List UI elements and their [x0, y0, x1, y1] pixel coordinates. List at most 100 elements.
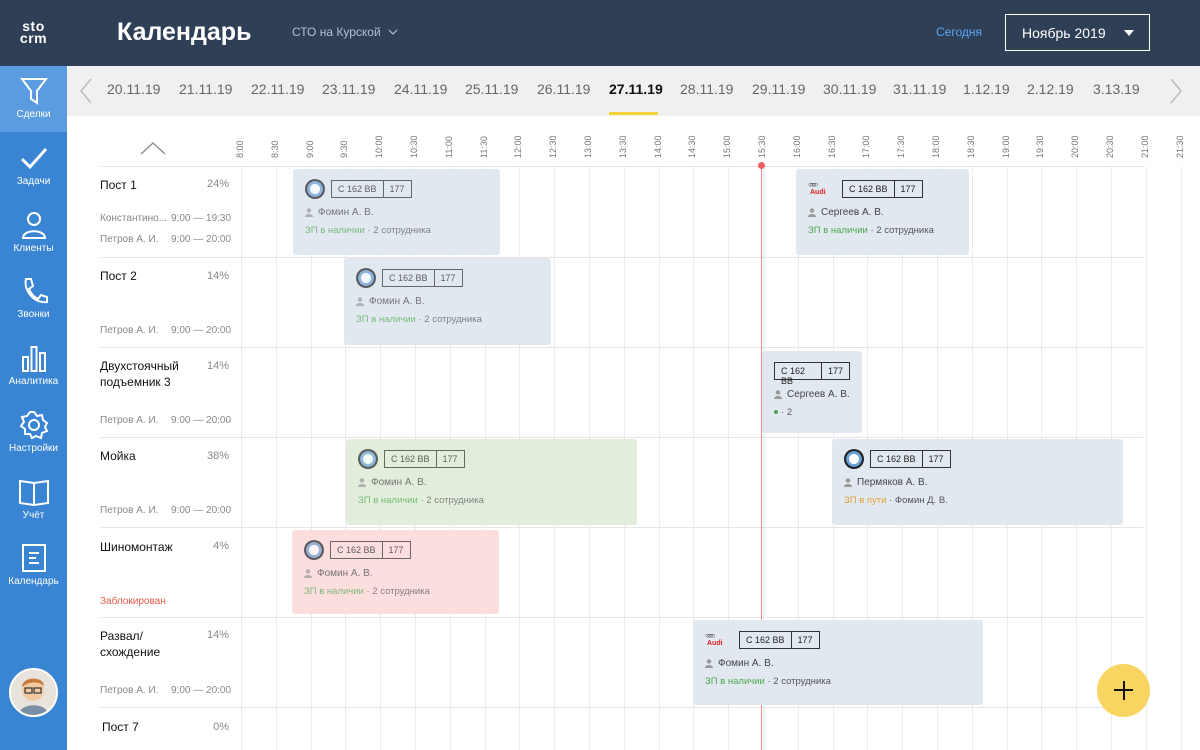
sidebar-item-calendar[interactable]: Календарь	[0, 533, 67, 599]
time-label: 15:30	[757, 135, 767, 158]
person-icon	[21, 212, 46, 239]
booking-card[interactable]: С 162 ВВ 177 Фомин А. В. ЗП в наличии · 2…	[292, 530, 499, 614]
assignee: Фомин А. В.	[358, 477, 625, 488]
second-assignee: Фомин Д. В.	[894, 495, 948, 506]
row-divider	[100, 437, 1143, 438]
bmw-logo-icon	[304, 540, 324, 560]
blocked-status: Заблокирован	[100, 596, 166, 607]
chevron-right-icon[interactable]	[1169, 78, 1183, 104]
date-tab[interactable]: 24.11.19	[394, 81, 447, 97]
row-label[interactable]: Двухстоячный подъемник 3	[100, 358, 200, 390]
time-label: 20:00	[1070, 135, 1080, 158]
plate-text: С 162 ВВ	[391, 454, 430, 464]
user-photo	[11, 670, 56, 715]
chevron-left-icon[interactable]	[79, 78, 93, 104]
employee-name: Петров А. И.	[100, 234, 159, 245]
date-tab[interactable]: 29.11.19	[752, 81, 805, 97]
time-label: 15:00	[722, 135, 732, 158]
row-label[interactable]: Пост 2	[100, 268, 137, 284]
month-select[interactable]: Ноябрь 2019	[1005, 14, 1150, 51]
plate-number: С 162 ВВ 177	[870, 450, 951, 468]
person-icon	[304, 569, 312, 578]
date-tab[interactable]: 3.13.19	[1093, 81, 1140, 97]
staff-count: 2 сотрудника	[372, 586, 430, 597]
employee-shift: Петров А. И. 9:00 — 20:00	[100, 415, 231, 426]
date-tab[interactable]: 25.11.19	[465, 81, 518, 97]
assignee: Фомин А. В.	[305, 207, 488, 218]
date-tab[interactable]: 22.11.19	[251, 81, 304, 97]
date-tab[interactable]: 31.11.19	[893, 81, 946, 97]
sidebar-item-label: Клиенты	[13, 243, 54, 254]
plate-row: С 162 ВВ 177	[844, 449, 1111, 469]
month-label: Ноябрь 2019	[1022, 25, 1106, 41]
assignee-name: Сергеев А. В.	[787, 389, 850, 400]
sidebar-item-settings[interactable]: Настройки	[0, 400, 67, 466]
avatar[interactable]	[9, 668, 58, 717]
date-tab[interactable]: 30.11.19	[823, 81, 876, 97]
time-label: 9:00	[305, 140, 315, 158]
time-label: 18:00	[931, 135, 941, 158]
date-tab-active[interactable]: 27.11.19	[609, 81, 663, 97]
plate-region: 177	[381, 542, 410, 558]
sidebar-item-calls[interactable]: Звонки	[0, 266, 67, 332]
date-tab[interactable]: 28.11.19	[680, 81, 733, 97]
sidebar-item-label: Учёт	[22, 510, 45, 521]
date-tab[interactable]: 21.11.19	[179, 81, 232, 97]
date-tab[interactable]: 2.12.19	[1027, 81, 1074, 97]
today-link[interactable]: Сегодня	[936, 25, 982, 39]
row-label[interactable]: Пост 7	[102, 719, 139, 735]
plate-row: С 162 ВВ 177	[358, 449, 625, 469]
plate-text: С 162 ВВ	[746, 635, 785, 645]
top-header: Календарь СТО на Курской Сегодня Ноябрь …	[67, 0, 1200, 66]
plate-row: С 162 ВВ 177	[774, 361, 850, 386]
app-logo[interactable]: sto crm	[0, 0, 67, 66]
row-label[interactable]: Шиномонтаж	[100, 539, 173, 555]
date-tab[interactable]: 23.11.19	[322, 81, 375, 97]
person-icon	[358, 478, 366, 487]
collapse-rows-icon[interactable]	[140, 141, 166, 155]
sidebar-item-deals[interactable]: Сделки	[0, 66, 67, 132]
booking-card[interactable]: С 162 ВВ 177 Фомин А. В. ЗП в наличии · 2…	[346, 439, 637, 525]
employee-name: Петров А. И.	[100, 415, 159, 426]
sidebar-item-analytics[interactable]: Аналитика	[0, 333, 67, 399]
time-label: 12:00	[513, 135, 523, 158]
plate-number: С 162 ВВ 177	[842, 180, 923, 198]
sidebar-item-label: Настройки	[8, 443, 59, 454]
date-tab[interactable]: 1.12.19	[963, 81, 1010, 97]
booking-card[interactable]: С 162 ВВ 177 Фомин А. В. ЗП в наличии · 2…	[293, 169, 500, 255]
sidebar-item-accounting[interactable]: Учёт	[0, 467, 67, 533]
staff-count: 2 сотрудника	[773, 676, 831, 687]
booking-card[interactable]: С 162 ВВ 177 Сергеев А. В. · 2	[762, 351, 862, 433]
date-tab[interactable]: 26.11.19	[537, 81, 590, 97]
booking-card[interactable]: ○○○○ Audi С 162 ВВ 177 Сергеев А. В. ЗП в н…	[796, 169, 969, 255]
add-booking-button[interactable]	[1097, 664, 1150, 717]
row-divider	[100, 347, 1143, 348]
row-label[interactable]: Мойка	[100, 448, 136, 464]
time-label: 8:00	[235, 140, 245, 158]
plate-region: 177	[921, 451, 950, 467]
time-label: 11:00	[444, 136, 454, 158]
booking-card[interactable]: ○○○○ Audi С 162 ВВ 177 Фомин А. В. ЗП в нал…	[693, 620, 983, 705]
plate-number: С 162 ВВ 177	[739, 631, 820, 649]
sidebar-item-clients[interactable]: Клиенты	[0, 200, 67, 266]
plate-region: 177	[382, 181, 411, 197]
time-grid-line	[241, 166, 242, 750]
sidebar-item-tasks[interactable]: Задачи	[0, 133, 67, 199]
time-label: 20:30	[1105, 135, 1115, 158]
parts-status: ЗП в наличии	[705, 676, 765, 687]
row-label[interactable]: Развал/ схождение	[100, 628, 180, 660]
time-label: 19:30	[1035, 135, 1045, 158]
shift-time: 9:00 — 20:00	[171, 505, 232, 516]
employee-name: Петров А. И.	[100, 505, 159, 516]
current-time-dot	[758, 162, 765, 169]
booking-card[interactable]: С 162 ВВ 177 Пермяков А. В. ЗП в пути · Ф…	[832, 439, 1123, 525]
date-tab[interactable]: 20.11.19	[107, 81, 160, 97]
row-percent: 38%	[206, 450, 229, 462]
card-info: ЗП в наличии · 2 сотрудника	[305, 225, 431, 236]
row-label[interactable]: Пост 1	[100, 177, 137, 193]
station-select[interactable]: СТО на Курской	[292, 25, 398, 39]
employee-shift: Петров А. И. 9:00 — 20:00	[100, 234, 231, 245]
booking-card[interactable]: С 162 ВВ 177 Фомин А. В. ЗП в наличии · 2…	[344, 258, 551, 345]
shift-time: 9:00 — 20:00	[171, 234, 232, 245]
card-info: · 2	[774, 407, 850, 418]
